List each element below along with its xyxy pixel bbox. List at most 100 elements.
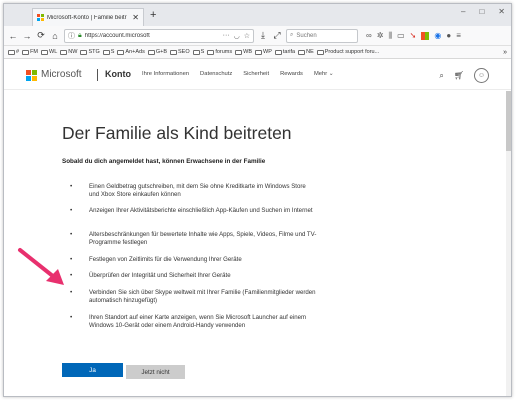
bookmark-item[interactable]: FM [22,49,38,55]
nav-ihre-informationen[interactable]: Ihre Informationen [142,71,189,77]
bookmark-item[interactable]: WB [235,49,252,55]
nav-rewards[interactable]: Rewards [280,71,303,77]
scrollbar-thumb[interactable] [506,91,511,151]
page-actions-icon[interactable]: ··· [223,32,230,40]
main-content: Der Familie als Kind beitreten Sobald du… [4,91,511,396]
bookmark-label: WL [49,49,58,55]
bookmark-item[interactable]: # [8,49,19,55]
close-window-icon[interactable]: ✕ [498,7,505,16]
header-actions: ⌕ 🛒︎ ☺ [439,68,489,83]
avatar[interactable]: ☺ [474,68,489,83]
search-input[interactable]: ⌕ Suchen [286,28,358,43]
bookmark-item[interactable]: forums [207,49,232,55]
bullet: • [70,314,73,321]
folder-icon [316,49,324,55]
tab-close-icon[interactable]: ✕ [132,13,139,22]
tab-microsoft-konto[interactable]: Microsoft-Konto | Familie beitr ✕ [32,8,144,26]
bookmark-item[interactable]: STG [80,49,100,55]
nav-mehr[interactable]: Mehr ⌄ [314,71,334,77]
bookmark-item[interactable]: NE [298,49,314,55]
yes-button[interactable]: Ja [62,363,123,377]
mask-icon[interactable]: ∞ [366,31,372,40]
nav-datenschutz[interactable]: Datenschutz [200,71,232,77]
folder-icon [192,49,200,55]
bookmarks-bar: # FM WL NW STG S An+Ads G+B SEO Sforums WB WP tarifa… [4,46,511,59]
forward-icon[interactable]: → [22,31,32,41]
list-item-text: Einen Geldbetrag gutschreiben, mit dem S… [89,183,306,199]
bookmark-label: STG [88,49,100,55]
tab-bar: Microsoft-Konto | Familie beitr ✕ + ‒ □ … [4,4,511,26]
intro-text: Sobald du dich angemeldet hast, können E… [62,158,266,165]
extension-blue-icon[interactable]: ◉ [434,31,441,40]
bookmark-item[interactable]: G+B [147,49,168,55]
extension-ms-icon[interactable] [421,31,430,40]
bookmark-label: NE [306,49,314,55]
bullet: • [70,231,73,238]
extension-gray-icon[interactable]: ● [446,31,451,40]
konto-link[interactable]: Konto [105,69,131,79]
address-bar[interactable]: ⓘ 🔒︎ https://account.microsoft ··· ◡ ☆ [64,28,254,43]
list-item-text: Verbinden Sie sich über Skype weltweit m… [89,289,316,305]
folder-icon [22,49,30,55]
expand-icon[interactable]: ⤢ [272,30,282,41]
header-divider [97,69,98,81]
download-icon[interactable]: ⤓ [258,30,268,41]
bookmark-item[interactable]: SEO [170,49,190,55]
folder-icon [298,49,306,55]
back-icon[interactable]: ← [8,31,18,41]
bullet: • [70,207,73,214]
url-text[interactable]: https://account.microsoft [85,33,220,39]
microsoft-logo-icon[interactable] [26,70,37,81]
bookmark-label: # [16,49,20,55]
cart-icon[interactable]: 🛒︎ [454,71,464,80]
gear-icon[interactable]: ✲ [377,31,384,40]
sidebar-icon[interactable]: ▭ [397,31,405,40]
bookmark-item[interactable]: NW [60,49,77,55]
info-icon[interactable]: ⓘ [68,31,75,41]
reload-icon[interactable]: ⟳ [36,30,46,41]
list-item: • Anzeigen Ihrer Aktivitätsberichte eins… [62,207,317,216]
extension-red-icon[interactable]: ➘ [410,31,417,40]
maximize-icon[interactable]: □ [479,7,484,16]
navigation-bar: ← → ⟳ ⌂ ⓘ 🔒︎ https://account.microsoft ·… [4,26,511,46]
bookmark-item[interactable]: S [102,49,115,55]
bullet: • [70,183,73,190]
tab-favicon-icon [37,14,44,21]
list-item-text: Anzeigen Ihrer Aktivitätsberichte einsch… [89,207,313,214]
bookmark-item[interactable]: WP [255,49,272,55]
bookmark-item[interactable]: S [192,49,204,55]
lock-icon: 🔒︎ [78,31,82,39]
home-icon[interactable]: ⌂ [50,31,60,41]
bookmark-label: S [110,49,115,55]
toolbar-icons: ∞ ✲ ⫼ ▭ ➘ ◉ ● ≡ [366,31,461,41]
bookmark-label: WB [243,49,252,55]
bookmark-item[interactable]: Product support foru... [316,49,379,55]
folder-icon [170,49,178,55]
folder-icon [147,49,155,55]
not-now-button[interactable]: Jetzt nicht [126,365,185,379]
list-item-text: Ihren Standort auf einer Karte anzeigen,… [89,314,307,330]
bookmark-star-icon[interactable]: ☆ [244,32,250,40]
bookmark-label: G+B [155,49,168,55]
bookmarks-more-icon[interactable]: » [503,49,507,56]
bullet: • [70,289,73,296]
nav-sicherheit[interactable]: Sicherheit [243,71,269,77]
list-item-text: Festlegen von Zeitlimits für die Verwend… [89,256,242,263]
minimize-icon[interactable]: ‒ [461,7,465,16]
bookmark-item[interactable]: An+Ads [117,49,145,55]
library-icon[interactable]: ⫼ [388,31,392,41]
folder-icon [102,49,110,55]
menu-icon[interactable]: ≡ [456,31,461,40]
search-placeholder: Suchen [296,32,317,39]
bookmark-item[interactable]: WL [41,49,57,55]
microsoft-logo-text[interactable]: Microsoft [41,69,82,80]
search-icon[interactable]: ⌕ [439,71,443,81]
list-item: • Verbinden Sie sich über Skype weltweit… [62,289,317,305]
pocket-icon[interactable]: ◡ [234,32,240,40]
new-tab-button[interactable]: + [150,9,156,21]
list-item: • Festlegen von Zeitlimits für die Verwe… [62,256,317,265]
list-item: • Einen Geldbetrag gutschreiben, mit dem… [62,183,317,199]
bookmark-label: WP [263,49,272,55]
bookmark-item[interactable]: tarifa [274,49,295,55]
window-controls: ‒ □ ✕ [461,7,505,16]
